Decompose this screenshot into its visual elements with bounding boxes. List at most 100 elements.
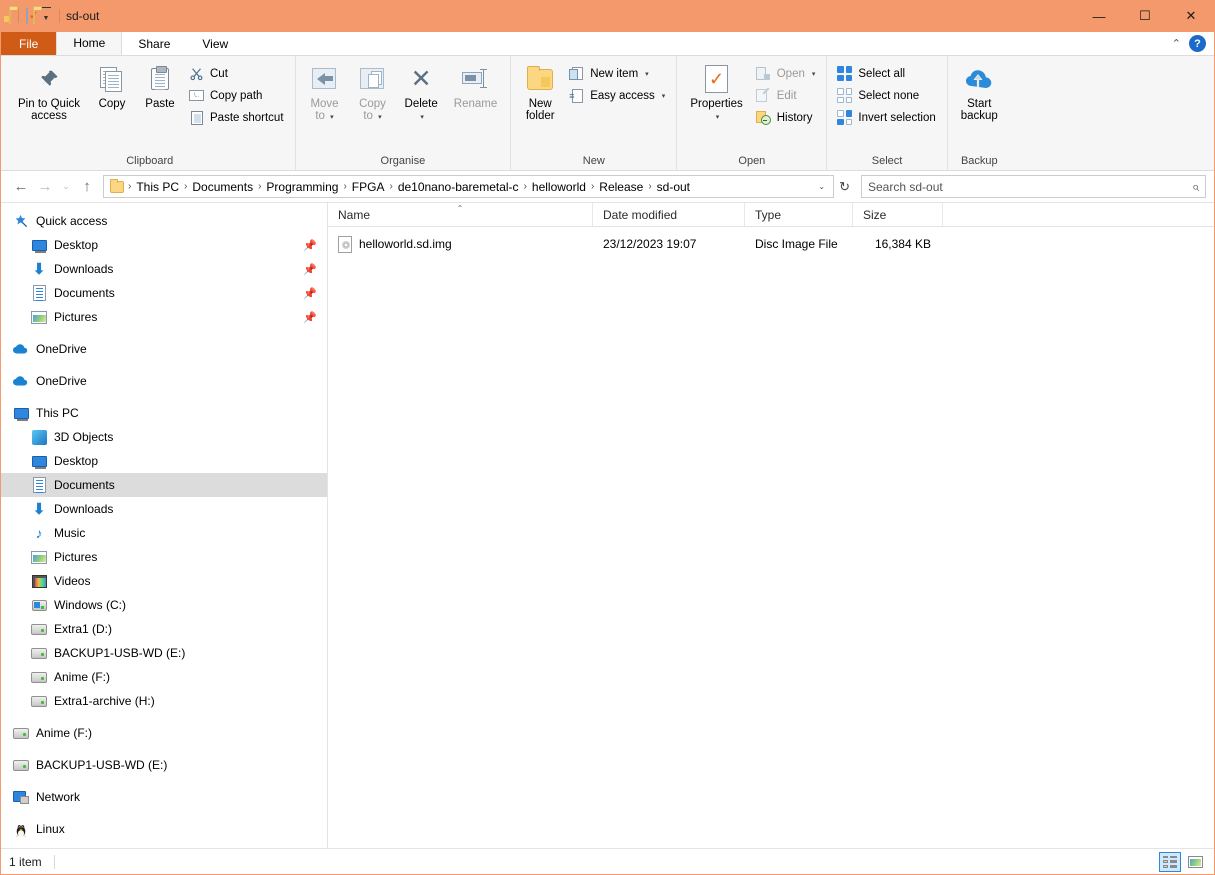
sidebar-item-backup1-usb-wd-e-root[interactable]: BACKUP1-USB-WD (E:) bbox=[1, 753, 327, 777]
select-all-button[interactable]: Select all bbox=[833, 63, 940, 84]
sidebar-item-pictures-quick[interactable]: Pictures 📌 bbox=[1, 305, 327, 329]
sidebar-item-downloads-quick[interactable]: ⬇ Downloads 📌 bbox=[1, 257, 327, 281]
spacer bbox=[1, 361, 327, 369]
refresh-button[interactable]: ↻ bbox=[834, 179, 855, 195]
sidebar-item-documents-quick[interactable]: Documents 📌 bbox=[1, 281, 327, 305]
sidebar-item-downloads[interactable]: ⬇ Downloads bbox=[1, 497, 327, 521]
move-to-button[interactable]: Moveto ▾ bbox=[302, 60, 348, 127]
new-item-button[interactable]: New item ▾ bbox=[565, 63, 670, 84]
copy-path-button[interactable]: \.. Copy path bbox=[185, 85, 289, 106]
start-backup-button[interactable]: Startbackup bbox=[954, 60, 1005, 125]
select-none-button[interactable]: Select none bbox=[833, 85, 940, 106]
breadcrumb-de10nano-baremetal-c[interactable]: de10nano-baremetal-c bbox=[394, 178, 523, 196]
details-view-button[interactable] bbox=[1159, 852, 1181, 872]
recent-locations-button[interactable]: ⌄ bbox=[57, 175, 75, 199]
sidebar-item-linux[interactable]: Linux bbox=[1, 817, 327, 841]
sidebar-item-desktop[interactable]: Desktop bbox=[1, 449, 327, 473]
tab-file[interactable]: File bbox=[1, 32, 56, 55]
pin-icon[interactable]: 📌 bbox=[303, 263, 317, 276]
search-icon[interactable]: ⌕ bbox=[1192, 179, 1199, 195]
pin-to-quick-access-button[interactable]: Pin to Quickaccess bbox=[11, 60, 87, 125]
breadcrumb-this-pc[interactable]: This PC bbox=[132, 178, 183, 196]
breadcrumb-sd-out[interactable]: sd-out bbox=[653, 178, 694, 196]
pin-icon[interactable]: 📌 bbox=[303, 287, 317, 300]
sidebar-item-3d-objects[interactable]: 3D Objects bbox=[1, 425, 327, 449]
qat-divider-2 bbox=[59, 9, 60, 23]
delete-button[interactable]: ✕ Delete▾ bbox=[398, 60, 445, 127]
new-folder-icon[interactable] bbox=[33, 9, 35, 23]
history-button[interactable]: History bbox=[752, 107, 821, 128]
sidebar-item-quick-access[interactable]: Quick access bbox=[1, 209, 327, 233]
sidebar-item-desktop-quick[interactable]: Desktop 📌 bbox=[1, 233, 327, 257]
minimize-button[interactable]: — bbox=[1076, 0, 1122, 32]
easy-access-button[interactable]: ≡ Easy access ▾ bbox=[565, 85, 670, 106]
properties-icon[interactable] bbox=[26, 9, 28, 23]
column-header-name[interactable]: ⌃ Name bbox=[328, 203, 593, 226]
forward-button[interactable]: → bbox=[33, 175, 57, 199]
ribbon-group-organise: Moveto ▾ Copyto ▾ ✕ Delete▾ bbox=[296, 56, 512, 170]
address-path-box[interactable]: › This PC › Documents › Programming › FP… bbox=[103, 175, 834, 198]
breadcrumb-fpga[interactable]: FPGA bbox=[348, 178, 389, 196]
sidebar-item-onedrive-1[interactable]: OneDrive bbox=[1, 337, 327, 361]
large-icons-view-button[interactable] bbox=[1184, 852, 1206, 872]
new-folder-label: Newfolder bbox=[526, 98, 555, 122]
paste-shortcut-button[interactable]: Paste shortcut bbox=[185, 107, 289, 128]
copy-to-button[interactable]: Copyto ▾ bbox=[350, 60, 396, 127]
pin-icon[interactable]: 📌 bbox=[303, 311, 317, 324]
new-folder-button[interactable]: Newfolder bbox=[517, 60, 563, 125]
tab-share[interactable]: Share bbox=[122, 32, 186, 55]
music-icon: ♪ bbox=[31, 525, 47, 541]
maximize-button[interactable]: ☐ bbox=[1122, 0, 1168, 32]
sidebar-item-videos[interactable]: Videos bbox=[1, 569, 327, 593]
properties-button[interactable]: Properties▾ bbox=[683, 60, 749, 127]
sidebar-item-documents[interactable]: Documents bbox=[1, 473, 327, 497]
address-dropdown-icon[interactable]: ⌄ bbox=[812, 182, 831, 191]
help-button[interactable]: ? bbox=[1189, 35, 1206, 52]
sidebar-item-windows-c[interactable]: Windows (C:) bbox=[1, 593, 327, 617]
cut-button[interactable]: Cut bbox=[185, 63, 289, 84]
videos-icon bbox=[31, 573, 47, 589]
sidebar-item-this-pc[interactable]: This PC bbox=[1, 401, 327, 425]
open-button[interactable]: Open ▾ bbox=[752, 63, 821, 84]
folder-icon[interactable] bbox=[9, 9, 11, 23]
close-button[interactable]: ✕ bbox=[1168, 0, 1214, 32]
breadcrumb-helloworld[interactable]: helloworld bbox=[528, 178, 590, 196]
sidebar-item-label: OneDrive bbox=[36, 374, 87, 388]
column-header-type[interactable]: Type bbox=[745, 203, 853, 226]
back-button[interactable]: ← bbox=[9, 175, 33, 199]
column-header-size[interactable]: Size bbox=[853, 203, 943, 226]
sidebar-item-anime-f-root[interactable]: Anime (F:) bbox=[1, 721, 327, 745]
copy-button[interactable]: Copy bbox=[89, 60, 135, 113]
copy-label: Copy bbox=[99, 98, 126, 110]
breadcrumb-documents[interactable]: Documents bbox=[188, 178, 257, 196]
search-input[interactable] bbox=[868, 180, 1192, 194]
sidebar-item-extra1-archive-h[interactable]: Extra1-archive (H:) bbox=[1, 689, 327, 713]
spacer bbox=[1, 329, 327, 337]
search-box[interactable]: ⌕ bbox=[861, 175, 1206, 198]
new-small-commands: New item ▾ ≡ Easy access ▾ bbox=[565, 60, 670, 106]
tab-home[interactable]: Home bbox=[56, 32, 122, 55]
table-row[interactable]: helloworld.sd.img 23/12/2023 19:07 Disc … bbox=[328, 233, 1214, 255]
sidebar-item-onedrive-2[interactable]: OneDrive bbox=[1, 369, 327, 393]
breadcrumb-programming[interactable]: Programming bbox=[262, 178, 342, 196]
pin-icon[interactable]: 📌 bbox=[303, 239, 317, 252]
star-pin-icon bbox=[13, 213, 29, 229]
rename-button[interactable]: Rename bbox=[447, 60, 504, 113]
column-header-label: Type bbox=[755, 208, 781, 222]
column-header-date-modified[interactable]: Date modified bbox=[593, 203, 745, 226]
sidebar-item-backup1-usb-wd-e[interactable]: BACKUP1-USB-WD (E:) bbox=[1, 641, 327, 665]
chevron-down-icon: ▾ bbox=[662, 92, 666, 100]
invert-selection-button[interactable]: Invert selection bbox=[833, 107, 940, 128]
collapse-ribbon-icon[interactable]: ⌃ bbox=[1172, 37, 1181, 50]
breadcrumb-release[interactable]: Release bbox=[595, 178, 647, 196]
sidebar-item-extra1-d[interactable]: Extra1 (D:) bbox=[1, 617, 327, 641]
paste-button[interactable]: Paste bbox=[137, 60, 183, 113]
edit-button[interactable]: Edit bbox=[752, 85, 821, 106]
sidebar-item-music[interactable]: ♪ Music bbox=[1, 521, 327, 545]
up-button[interactable]: ↑ bbox=[75, 175, 99, 199]
sidebar-item-anime-f[interactable]: Anime (F:) bbox=[1, 665, 327, 689]
sidebar-item-network[interactable]: Network bbox=[1, 785, 327, 809]
sidebar-item-label: Extra1 (D:) bbox=[54, 622, 112, 636]
tab-view[interactable]: View bbox=[186, 32, 244, 55]
sidebar-item-pictures[interactable]: Pictures bbox=[1, 545, 327, 569]
